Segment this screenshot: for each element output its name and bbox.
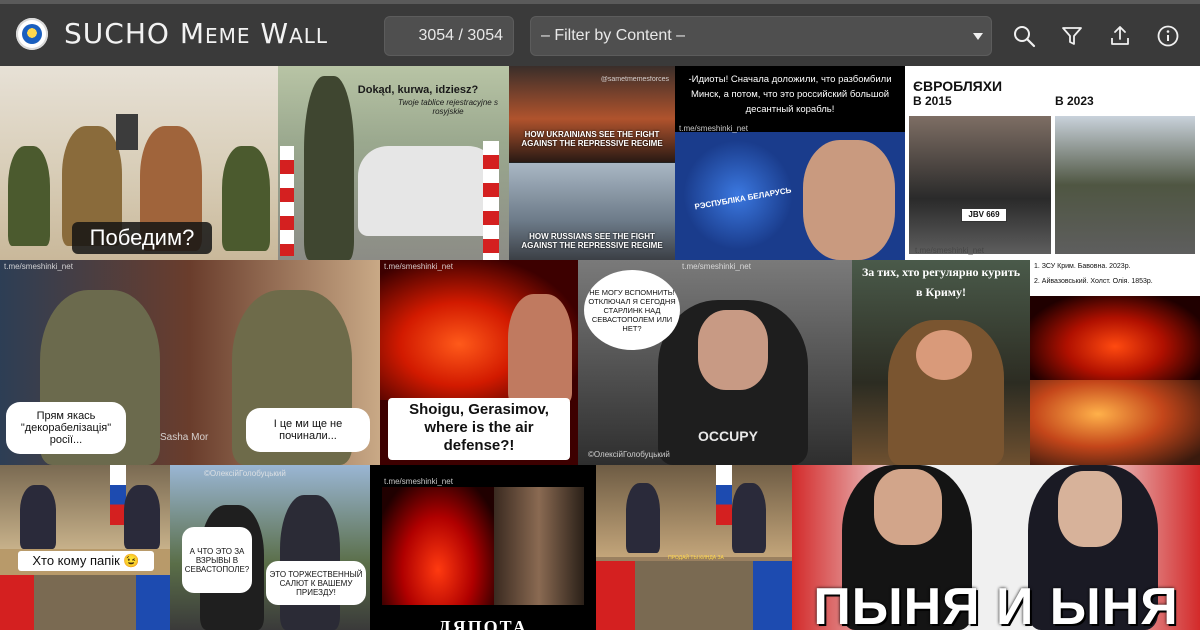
watermark: t.me/smeshinki_net <box>384 477 453 486</box>
meme-tile[interactable]: t.me/smeshinki_net Прям якась "декорабел… <box>0 260 380 465</box>
meme-caption: Shoigu, Gerasimov, where is the air defe… <box>388 398 570 460</box>
sucho-logo[interactable] <box>16 18 48 50</box>
meme-tile[interactable]: ПЫНЯ И ЫНЯ <box>792 465 1200 630</box>
meme-caption: ДЯПОТА <box>438 617 528 630</box>
meme-counter[interactable]: 3054 / 3054 <box>384 16 514 56</box>
speech-bubble-right: І це ми ще не починали... <box>246 408 370 452</box>
speech-bubble-right: ЭТО ТОРЖЕСТВЕННЫЙ САЛЮТ К ВАШЕМУ ПРИЕЗДУ… <box>266 561 366 605</box>
watermark: t.me/smeshinki_net <box>679 124 748 133</box>
meme-caption: Dokąd, kurwa, idziesz? <box>357 84 479 96</box>
meme-caption: За тих, хто регулярно курить в Криму! <box>861 265 1021 299</box>
meme-tile[interactable]: @sametmemesforces HOW UKRAINIANS SEE THE… <box>509 66 675 260</box>
meme-caption-top: HOW UKRAINIANS SEE THE FIGHT AGAINST THE… <box>521 130 663 148</box>
watermark: t.me/smeshinki_net <box>384 262 453 271</box>
signature: ©ОлексійГолобуцький <box>588 450 670 459</box>
signature: ©ОлексійГолобуцький <box>204 469 286 478</box>
filter-select-label: – Filter by Content – <box>541 27 686 44</box>
meme-tile[interactable]: 1. ЗСУ Крим. Бавовна. 2023р. 2. Айвазовс… <box>1030 260 1200 465</box>
caption-line-2: 2. Айвазовський. Холст. Олія. 1853р. <box>1034 278 1153 285</box>
caption-line-1: 1. ЗСУ Крим. Бавовна. 2023р. <box>1034 263 1131 270</box>
meme-tile[interactable]: t.me/smeshinki_net ДЯПОТА <box>370 465 596 630</box>
watermark: t.me/smeshinki_net <box>4 262 73 271</box>
signature: Sasha Mor <box>160 432 209 443</box>
meme-tile[interactable]: Хто кому папік 😉 <box>0 465 170 630</box>
meme-tile[interactable]: ПРОДАЙ ТЫ КИНДА ЗА НЕЧЕГО ХВАТИТ <box>596 465 792 630</box>
meme-tile[interactable]: ©ОлексійГолобуцький А ЧТО ЭТО ЗА ВЗРЫВЫ … <box>170 465 370 630</box>
meme-tile[interactable]: t.me/smeshinki_net Shoigu, Gerasimov, wh… <box>380 260 578 465</box>
chevron-down-icon <box>973 33 983 40</box>
meme-subcaption: Twoje tablice rejestracyjne s rosyjskie <box>398 98 498 116</box>
top-bar: SUCHO Meme Wall 3054 / 3054 – Filter by … <box>0 0 1200 66</box>
app-title: SUCHO Meme Wall <box>64 17 329 50</box>
meme-caption: ПЫНЯ И ЫНЯ <box>813 578 1179 630</box>
meme-tile[interactable]: t.me/smeshinki_net OCCUPY НЕ МОГУ ВСПОМН… <box>578 260 852 465</box>
meme-caption: Хто кому папік 😉 <box>18 551 154 571</box>
meme-handle: @sametmemesforces <box>600 76 669 83</box>
meme-title: ЄВРОБЛЯХИ <box>913 78 1003 94</box>
meme-tile[interactable]: ЄВРОБЛЯХИ В 2015 В 2023 JBV 669 t.me/sme… <box>905 66 1200 260</box>
info-icon[interactable] <box>1156 24 1180 48</box>
meme-tile[interactable]: Dokąd, kurwa, idziesz? Twoje tablice rej… <box>278 66 509 260</box>
watermark: t.me/smeshinki_net <box>682 262 751 271</box>
label-left: В 2015 <box>913 94 952 108</box>
search-icon[interactable] <box>1012 24 1036 48</box>
filter-by-content-select[interactable]: – Filter by Content – <box>530 16 992 56</box>
license-plate: JBV 669 <box>961 208 1007 222</box>
speech-bubble-left: Прям якась "декорабелізація" росії... <box>6 402 126 454</box>
meme-tile[interactable]: -Идиоты! Сначала доложили, что разбомбил… <box>675 66 905 260</box>
speech-bubble-left: А ЧТО ЭТО ЗА ВЗРЫВЫ В СЕВАСТОПОЛЕ? <box>182 527 252 593</box>
share-icon[interactable] <box>1108 24 1132 48</box>
meme-caption-bottom: HOW RUSSIANS SEE THE FIGHT AGAINST THE R… <box>521 232 663 250</box>
meme-caption: -Идиоты! Сначала доложили, что разбомбил… <box>688 74 892 115</box>
meme-tile[interactable]: Победим? <box>0 66 278 260</box>
label-right: В 2023 <box>1055 94 1094 108</box>
watermark: t.me/smeshinki_net <box>915 246 984 255</box>
meme-caption: Победим? <box>72 222 212 254</box>
speech-bubble: НЕ МОГУ ВСПОМНИТЬ! ОТКЛЮЧАЛ Я СЕГОДНЯ СТ… <box>584 270 680 350</box>
shirt-text: OCCUPY <box>698 428 758 444</box>
filter-icon[interactable] <box>1060 24 1084 48</box>
meme-tile[interactable]: За тих, хто регулярно курить в Криму! <box>852 260 1030 465</box>
